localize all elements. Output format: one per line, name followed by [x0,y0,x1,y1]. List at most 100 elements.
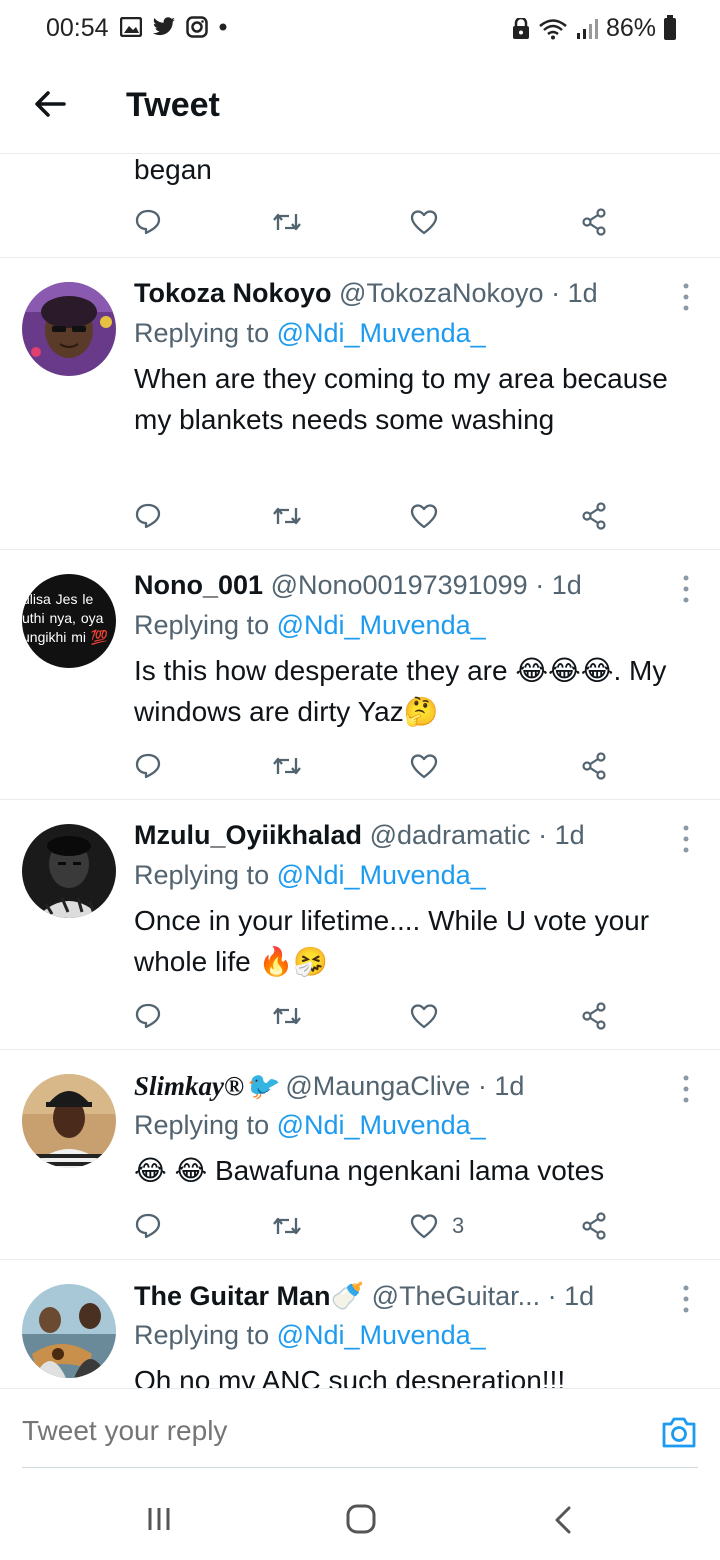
user-handle[interactable]: @TheGuitar... [372,1281,540,1311]
tweet-header: Mzulu_Oyiikhalad @dadramatic · 1d [134,820,674,856]
reply-composer [0,1388,720,1468]
gallery-icon [120,17,142,37]
replying-to-label: Replying to [134,860,277,890]
avatar[interactable] [22,1284,116,1378]
retweet-icon [273,1217,301,1235]
signal-icon [576,18,598,39]
share-icon [582,208,606,236]
avatar[interactable] [22,1074,116,1168]
more-options-icon[interactable] [682,574,690,604]
user-handle[interactable]: @dadramatic [370,820,531,850]
heart-icon [410,1214,438,1239]
retweet-button[interactable] [272,504,332,528]
retweet-icon [273,507,301,525]
replying-to-handle[interactable]: @Ndi_Muvenda_ [277,1320,486,1350]
replying-to-handle[interactable]: @Ndi_Muvenda_ [277,1110,486,1140]
home-icon[interactable] [346,1504,376,1534]
retweet-icon [273,213,301,231]
avatar-text: ulisa Jes le uthi nya, oya ungikhi mi 💯 [22,591,109,645]
share-icon [582,1212,606,1240]
user-name[interactable]: Nono_001 [134,570,263,600]
share-button[interactable] [548,752,608,780]
more-options-icon[interactable] [682,1074,690,1104]
avatar[interactable] [22,282,116,376]
user-name[interactable]: Mzulu_Oyiikhalad [134,820,362,850]
replying-to-handle[interactable]: @Ndi_Muvenda_ [277,610,486,640]
tweet-header: Nono_001 @Nono00197391099 · 1d [134,570,674,606]
retweet-button[interactable] [272,210,332,234]
reply-button[interactable] [134,208,194,236]
reply-input[interactable] [22,1415,622,1447]
retweet-button[interactable] [272,1214,332,1238]
like-button[interactable]: 3 [410,1213,470,1239]
reply-feed[interactable]: began Tokoza Nokoyo @TokozaNokoyo · 1d R… [0,154,720,1388]
like-button[interactable] [410,1003,470,1029]
user-handle[interactable]: @Nono00197391099 [271,570,528,600]
share-button[interactable] [548,208,608,236]
tweet-reply[interactable]: Tokoza Nokoyo @TokozaNokoyo · 1d Replyin… [0,258,720,550]
heart-icon [410,210,438,235]
instagram-icon [186,16,208,38]
reply-button[interactable] [134,502,194,530]
tweet-partial[interactable]: began [0,154,720,258]
reply-button[interactable] [134,752,194,780]
status-bar: 00:54 86% [0,0,720,62]
security-icon [512,17,529,39]
tweet-text: Oh no my ANC such desperation!!! [134,1365,566,1388]
tweet-time: · 1d [547,1281,595,1311]
tweet-body: Tokoza Nokoyo @TokozaNokoyo · 1d Replyin… [134,278,674,440]
user-handle[interactable]: @TokozaNokoyo [339,278,544,308]
avatar[interactable] [22,824,116,918]
camera-icon[interactable] [660,1415,698,1449]
reply-button[interactable] [134,1002,194,1030]
retweet-icon [273,757,301,775]
replying-to: Replying to @Ndi_Muvenda_ [134,860,674,900]
like-button[interactable] [410,753,470,779]
header: Tweet [0,62,720,154]
battery-icon [664,14,676,40]
more-options-icon[interactable] [682,824,690,854]
reply-button[interactable] [134,1212,194,1240]
status-time: 00:54 [46,14,109,42]
reply-icon [135,1003,161,1029]
more-options-icon[interactable] [682,282,690,312]
tweet-text: began [134,154,212,185]
tweet-reply[interactable]: ulisa Jes le uthi nya, oya ungikhi mi 💯 … [0,550,720,800]
share-button[interactable] [548,1002,608,1030]
replying-to-handle[interactable]: @Ndi_Muvenda_ [277,860,486,890]
tweet-body: The Guitar Man🍼 @TheGuitar... · 1d Reply… [134,1280,674,1388]
tweet-reply[interactable]: The Guitar Man🍼 @TheGuitar... · 1d Reply… [0,1260,720,1388]
more-options-icon[interactable] [682,1284,690,1314]
replying-to-label: Replying to [134,1110,277,1140]
retweet-button[interactable] [272,1004,332,1028]
tweet-text: Once in your lifetime.... While U vote y… [134,905,650,977]
share-button[interactable] [548,502,608,530]
like-button[interactable] [410,209,470,235]
user-handle[interactable]: @MaungaClive [285,1071,470,1101]
user-name[interactable]: The Guitar Man🍼 [134,1281,364,1311]
heart-icon [410,1004,438,1029]
tweet-reply[interactable]: Slimkay®🐦 @MaungaClive · 1d Replying to … [0,1050,720,1260]
battery-percent: 86% [605,14,656,42]
tweet-header: Slimkay®🐦 @MaungaClive · 1d [134,1070,674,1106]
replying-to-handle[interactable]: @Ndi_Muvenda_ [277,318,486,348]
reply-icon [135,753,161,779]
user-name[interactable]: Slimkay®🐦 [134,1071,278,1101]
tweet-reply[interactable]: Mzulu_Oyiikhalad @dadramatic · 1d Replyi… [0,800,720,1050]
system-back-icon[interactable] [552,1506,574,1534]
tweet-text: Is this how desperate they are 😂😂😂. My w… [134,655,667,727]
share-button[interactable] [548,1212,608,1240]
retweet-button[interactable] [272,754,332,778]
user-name[interactable]: Tokoza Nokoyo [134,278,332,308]
recent-apps-icon[interactable] [146,1506,172,1532]
avatar[interactable]: ulisa Jes le uthi nya, oya ungikhi mi 💯 [22,574,116,668]
tweet-header: Tokoza Nokoyo @TokozaNokoyo · 1d [134,278,674,314]
tweet-text: 😂 😂 Bawafuna ngenkani lama votes [134,1155,605,1186]
tweet-actions [134,202,608,242]
like-count: 3 [452,1213,465,1238]
like-button[interactable] [410,503,470,529]
tweet-body: Nono_001 @Nono00197391099 · 1d Replying … [134,570,674,732]
replying-to-label: Replying to [134,318,277,348]
tweet-body: Slimkay®🐦 @MaungaClive · 1d Replying to … [134,1070,674,1191]
back-arrow-icon[interactable] [30,84,70,124]
